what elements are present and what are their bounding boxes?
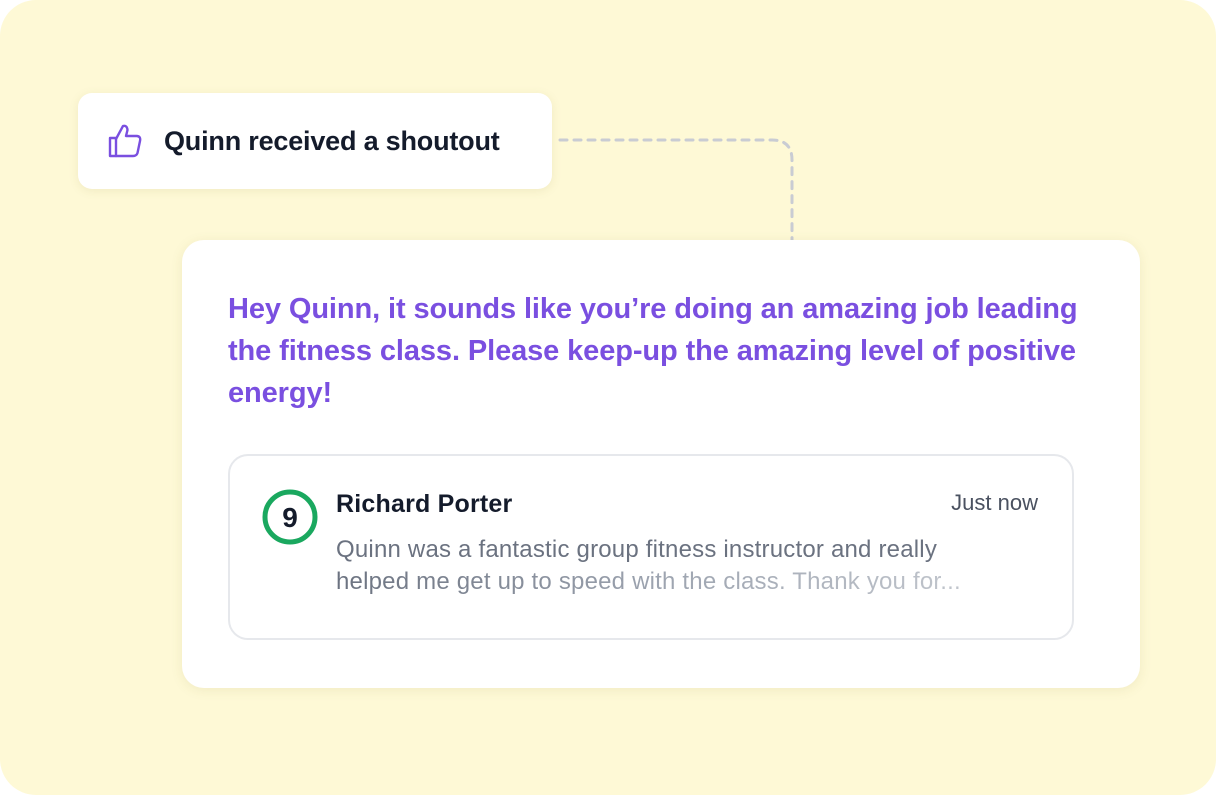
canvas: Quinn received a shoutout Hey Quinn, it … bbox=[0, 0, 1216, 795]
comment-body: Quinn was a fantastic group fitness inst… bbox=[336, 534, 1036, 598]
shoutout-card: Hey Quinn, it sounds like you’re doing a… bbox=[182, 240, 1140, 688]
comment-card[interactable]: 9 Richard Porter Just now Quinn was a fa… bbox=[228, 454, 1074, 640]
notification-title: Quinn received a shoutout bbox=[164, 125, 500, 156]
shoutout-notification[interactable]: Quinn received a shoutout bbox=[78, 93, 552, 189]
shoutout-message: Hey Quinn, it sounds like you’re doing a… bbox=[228, 293, 1078, 409]
avatar: 9 bbox=[262, 489, 318, 545]
comment-timestamp: Just now bbox=[951, 490, 1038, 515]
dashed-connector bbox=[558, 138, 794, 242]
avatar-label: 9 bbox=[282, 502, 298, 533]
comment-author: Richard Porter bbox=[336, 490, 513, 518]
comment-body-line1: Quinn was a fantastic group fitness inst… bbox=[336, 536, 938, 563]
thumbs-up-icon bbox=[106, 122, 144, 160]
comment-body-line2: helped me get up to speed with the class… bbox=[336, 566, 1036, 598]
